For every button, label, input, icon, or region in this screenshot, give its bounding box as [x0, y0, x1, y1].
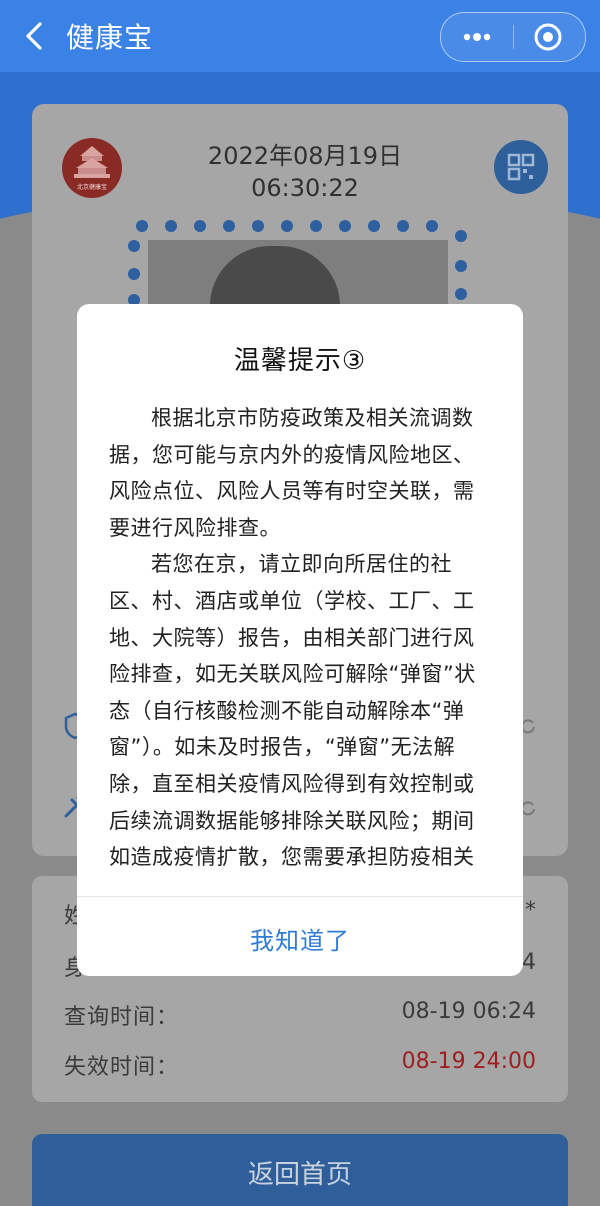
- dialog-body[interactable]: 根据北京市防疫政策及相关流调数据，您可能与京内外的疫情风险地区、风险点位、风险人…: [109, 400, 491, 868]
- acknowledge-button[interactable]: 我知道了: [77, 897, 523, 976]
- dialog-paragraph: 若您在京，请立即向所居住的社区、村、酒店或单位（学校、工厂、工地、大院等）报告，…: [109, 552, 476, 868]
- dialog-paragraph: 根据北京市防疫政策及相关流调数据，您可能与京内外的疫情风险地区、风险点位、风险人…: [109, 406, 475, 540]
- dialog-footer: 我知道了: [77, 896, 523, 976]
- acknowledge-label: 我知道了: [250, 927, 350, 955]
- warning-dialog: 温馨提示③ 根据北京市防疫政策及相关流调数据，您可能与京内外的疫情风险地区、风险…: [77, 304, 523, 976]
- app-root: 健康宝 北京健康宝 2022年08月19日 06:30:22 姓 * 身 4 查…: [0, 0, 600, 1206]
- dialog-title: 温馨提示③: [233, 346, 367, 376]
